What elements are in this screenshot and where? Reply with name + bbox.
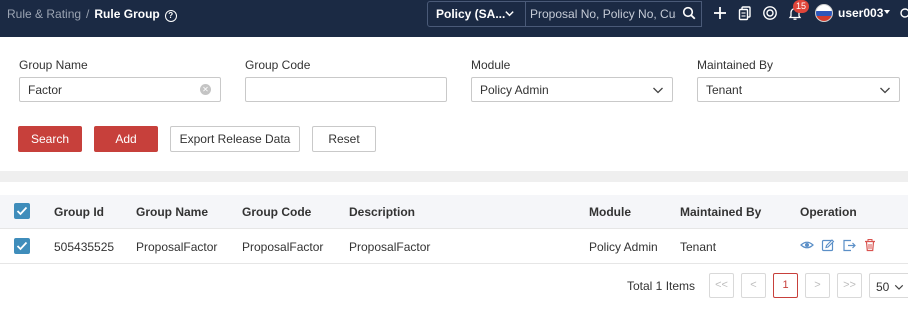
column-header-maintained-by: Maintained By bbox=[680, 205, 762, 219]
notification-badge: 15 bbox=[793, 0, 810, 13]
cell-group-code: ProposalFactor bbox=[242, 240, 324, 254]
chevron-down-icon bbox=[653, 87, 663, 94]
caret-down-icon[interactable] bbox=[884, 10, 890, 14]
reset-button[interactable]: Reset bbox=[312, 126, 376, 152]
select-all-checkbox[interactable] bbox=[14, 203, 30, 219]
maintained-by-value: Tenant bbox=[706, 83, 743, 97]
breadcrumb-parent[interactable]: Rule & Rating bbox=[7, 7, 81, 21]
maintained-by-select[interactable]: Tenant bbox=[697, 77, 900, 102]
plus-icon[interactable] bbox=[712, 5, 728, 21]
avatar[interactable] bbox=[815, 4, 833, 22]
cell-module: Policy Admin bbox=[589, 240, 658, 254]
section-divider bbox=[0, 171, 908, 182]
edit-icon[interactable] bbox=[821, 238, 835, 252]
module-selector[interactable]: Policy (SA... bbox=[427, 1, 526, 27]
check-icon bbox=[16, 206, 28, 216]
cell-group-id: 505435525 bbox=[54, 240, 115, 254]
group-name-label: Group Name bbox=[19, 58, 88, 72]
export-release-data-button[interactable]: Export Release Data bbox=[170, 126, 300, 152]
module-selector-label: Policy (SA... bbox=[436, 7, 506, 21]
column-header-group-name: Group Name bbox=[136, 205, 209, 219]
global-search bbox=[526, 1, 702, 27]
column-header-module: Module bbox=[589, 205, 631, 219]
search-icon[interactable] bbox=[682, 6, 696, 20]
table-header: Group Id Group Name Group Code Descripti… bbox=[0, 195, 908, 229]
module-select[interactable]: Policy Admin bbox=[471, 77, 673, 102]
page-1-button[interactable]: 1 bbox=[773, 273, 798, 298]
row-checkbox[interactable] bbox=[14, 238, 30, 254]
cell-description: ProposalFactor bbox=[349, 240, 431, 254]
group-code-field[interactable] bbox=[245, 77, 447, 102]
page-title: Rule Group bbox=[94, 7, 160, 21]
settings-icon[interactable] bbox=[898, 6, 908, 20]
target-icon[interactable] bbox=[762, 5, 778, 21]
help-icon[interactable]: ? bbox=[164, 10, 177, 22]
delete-icon[interactable] bbox=[863, 238, 877, 252]
first-page-button[interactable]: << bbox=[709, 273, 734, 298]
column-header-group-id: Group Id bbox=[54, 205, 104, 219]
username[interactable]: user003 bbox=[838, 6, 883, 20]
group-name-value: Factor bbox=[28, 83, 63, 97]
documents-icon[interactable] bbox=[737, 5, 753, 21]
maintained-by-label: Maintained By bbox=[697, 58, 774, 72]
group-name-field[interactable]: Factor ✕ bbox=[19, 77, 221, 102]
page-size-select[interactable]: 50 bbox=[869, 273, 908, 298]
prev-page-button[interactable]: < bbox=[741, 273, 766, 298]
breadcrumb: Rule & Rating / Rule Group? bbox=[7, 7, 177, 22]
view-icon[interactable] bbox=[800, 238, 814, 252]
table-row[interactable]: 505435525 ProposalFactor ProposalFactor … bbox=[0, 229, 908, 264]
export-icon[interactable] bbox=[842, 238, 856, 252]
column-header-description: Description bbox=[349, 205, 416, 219]
column-header-group-code: Group Code bbox=[242, 205, 312, 219]
next-page-button[interactable]: > bbox=[805, 273, 830, 298]
add-button[interactable]: Add bbox=[94, 126, 158, 152]
cell-maintained-by: Tenant bbox=[680, 240, 717, 254]
chevron-down-icon bbox=[894, 284, 904, 290]
total-items: Total 1 Items bbox=[627, 279, 696, 293]
cell-group-name: ProposalFactor bbox=[136, 240, 218, 254]
top-bar: Rule & Rating / Rule Group? Policy (SA... … bbox=[0, 0, 908, 37]
module-label: Module bbox=[471, 58, 511, 72]
clear-icon[interactable]: ✕ bbox=[200, 84, 211, 95]
global-search-input[interactable] bbox=[530, 5, 676, 23]
last-page-button[interactable]: >> bbox=[837, 273, 862, 298]
module-value: Policy Admin bbox=[480, 83, 549, 97]
chevron-down-icon bbox=[505, 11, 514, 17]
search-button[interactable]: Search bbox=[18, 126, 82, 152]
check-icon bbox=[16, 241, 28, 251]
page-size-value: 50 bbox=[876, 280, 890, 294]
column-header-operation: Operation bbox=[800, 205, 857, 219]
chevron-down-icon bbox=[880, 87, 890, 94]
breadcrumb-separator: / bbox=[86, 7, 90, 21]
group-code-label: Group Code bbox=[245, 58, 311, 72]
